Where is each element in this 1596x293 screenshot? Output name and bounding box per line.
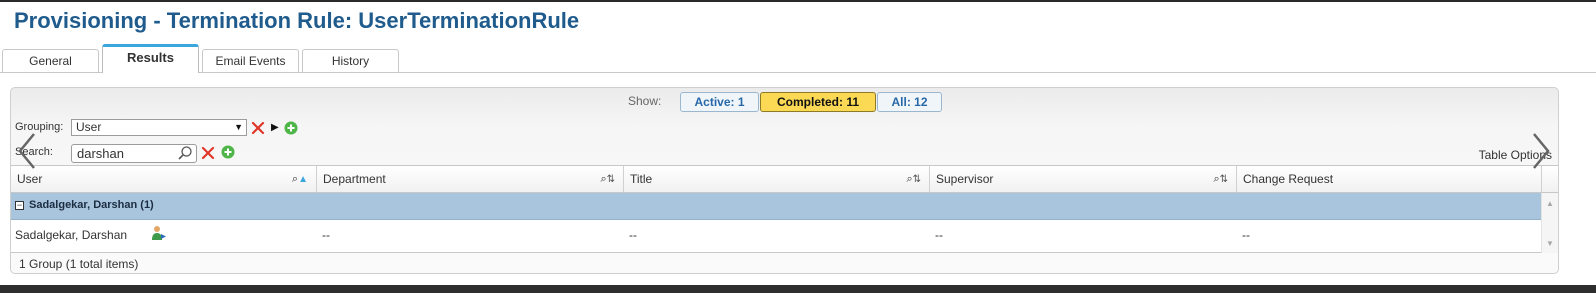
tab-email-events[interactable]: Email Events bbox=[202, 49, 299, 72]
sort-icon[interactable]: ⌕⇅ bbox=[600, 166, 615, 193]
play-icon[interactable]: ▶ bbox=[271, 122, 279, 133]
column-header-change-request[interactable]: Change Request bbox=[1237, 166, 1542, 192]
cell-change-request: -- bbox=[1242, 228, 1250, 242]
top-border bbox=[0, 0, 1596, 2]
cell-user: Sadalgekar, Darshan bbox=[15, 228, 128, 242]
vertical-scrollbar[interactable]: ▲ ▼ bbox=[1541, 193, 1558, 253]
tab-general[interactable]: General bbox=[2, 49, 99, 72]
results-panel: Show: Active: 1 Completed: 11 All: 12 Gr… bbox=[10, 87, 1559, 274]
show-label: Show: bbox=[628, 94, 662, 108]
user-change-icon[interactable] bbox=[151, 225, 167, 241]
filter-completed-button[interactable]: Completed: 11 bbox=[760, 92, 876, 112]
group-row[interactable]: − Sadalgekar, Darshan (1) bbox=[11, 193, 1541, 220]
filter-all-button[interactable]: All: 12 bbox=[877, 92, 942, 112]
group-label: Sadalgekar, Darshan (1) bbox=[29, 199, 154, 211]
column-header-title[interactable]: Title ⌕⇅ bbox=[624, 166, 930, 192]
add-search-icon[interactable] bbox=[221, 145, 235, 159]
clear-grouping-icon[interactable] bbox=[251, 121, 265, 135]
grid-footer-summary: 1 Group (1 total items) bbox=[19, 257, 139, 271]
sort-icon[interactable]: ⌕⇅ bbox=[1213, 166, 1228, 193]
scroll-up-icon[interactable]: ▲ bbox=[1546, 199, 1554, 208]
sort-ascending-icon[interactable]: ⌕▲ bbox=[292, 166, 308, 193]
page-title: Provisioning - Termination Rule: UserTer… bbox=[14, 8, 580, 33]
tab-bar: General Results Email Events History bbox=[0, 44, 1596, 73]
scroll-down-icon[interactable]: ▼ bbox=[1546, 239, 1554, 248]
sort-icon[interactable]: ⌕⇅ bbox=[906, 166, 921, 193]
tab-history[interactable]: History bbox=[302, 49, 399, 72]
chevron-left-icon[interactable] bbox=[14, 131, 40, 171]
table-row[interactable]: Sadalgekar, Darshan -- -- -- -- bbox=[11, 220, 1541, 253]
column-header-department[interactable]: Department ⌕⇅ bbox=[317, 166, 624, 192]
chevron-right-icon[interactable] bbox=[1528, 131, 1554, 171]
cell-supervisor: -- bbox=[935, 228, 943, 242]
bottom-border bbox=[0, 285, 1596, 293]
tab-results[interactable]: Results bbox=[102, 44, 199, 73]
column-header-user[interactable]: User ⌕▲ bbox=[11, 166, 317, 192]
cell-title: -- bbox=[629, 228, 637, 242]
header-row: User ⌕▲ Department ⌕⇅ Title ⌕⇅ Superviso… bbox=[11, 165, 1558, 193]
grouping-select[interactable]: User ▼ bbox=[71, 119, 247, 136]
search-input[interactable] bbox=[77, 146, 173, 161]
add-grouping-icon[interactable] bbox=[284, 121, 298, 135]
column-header-supervisor[interactable]: Supervisor ⌕⇅ bbox=[930, 166, 1237, 192]
grouping-value: User bbox=[76, 120, 102, 134]
magnifier-icon[interactable] bbox=[177, 145, 193, 161]
filter-active-button[interactable]: Active: 1 bbox=[680, 92, 759, 112]
clear-search-icon[interactable] bbox=[201, 146, 215, 160]
search-field[interactable] bbox=[71, 144, 197, 163]
collapse-icon[interactable]: − bbox=[15, 201, 24, 210]
dropdown-arrow-icon: ▼ bbox=[234, 122, 243, 132]
cell-department: -- bbox=[322, 228, 330, 242]
